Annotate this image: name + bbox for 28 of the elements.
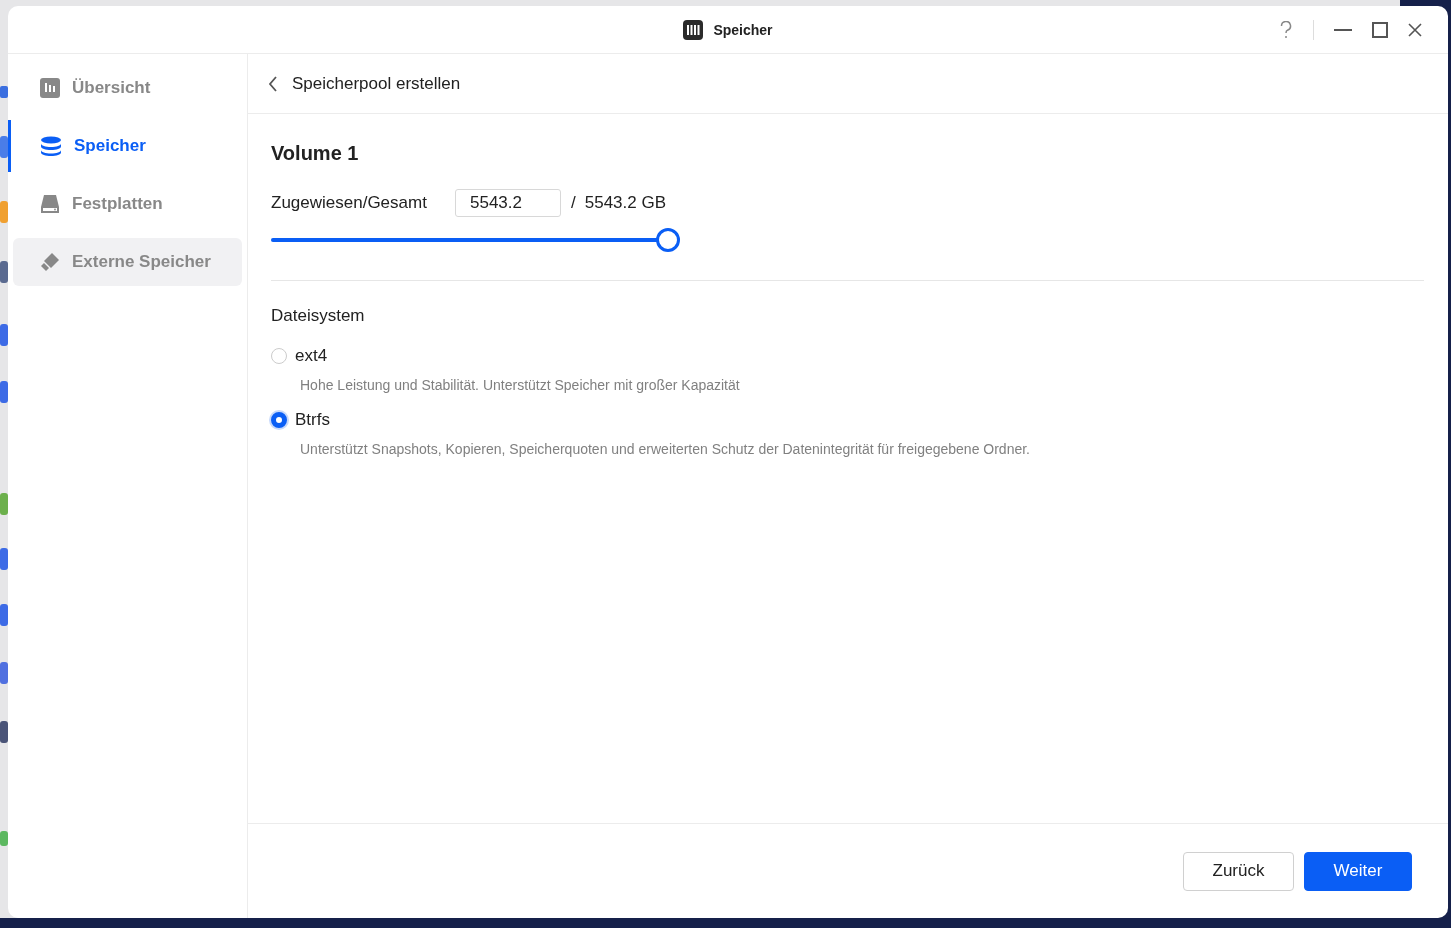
allocation-label: Zugewiesen/Gesamt (271, 193, 428, 213)
separator-text: / (571, 193, 576, 213)
next-button[interactable]: Weiter (1304, 851, 1412, 891)
close-icon[interactable] (1408, 22, 1422, 37)
radio-button[interactable] (271, 412, 287, 428)
sidebar-item[interactable]: Externe Speicher (13, 238, 242, 286)
filesystem-label: Dateisystem (271, 306, 366, 326)
option-description: Unterstützt Snapshots, Kopieren, Speicherquoten und erweiterten Schutz der Datenintegrität für freigegebene Ordner. (300, 441, 1031, 457)
maximize-icon[interactable] (1372, 21, 1388, 38)
volume-title: Volume 1 (271, 142, 360, 165)
minimize-icon[interactable] (1334, 28, 1352, 31)
back-icon[interactable] (268, 75, 278, 92)
usb-stick-icon (40, 252, 60, 272)
option-label: Btrfs (295, 410, 330, 430)
app-icon (683, 19, 704, 40)
back-button[interactable]: Zurück (1183, 851, 1294, 891)
sidebar-item[interactable]: Übersicht (13, 64, 242, 112)
window-title: Speicher (713, 21, 773, 38)
size-field[interactable]: 5543.2 (455, 189, 561, 217)
drive-icon (40, 194, 60, 214)
database-icon (40, 136, 62, 156)
option-description: Hohe Leistung und Stabilität. Unterstützt Speicher mit großer Kapazität (300, 377, 741, 393)
help-icon[interactable] (1279, 20, 1293, 39)
page-title: Speicherpool erstellen (292, 73, 461, 94)
chart-icon (40, 78, 60, 98)
sidebar-item[interactable]: Festplatten (13, 180, 242, 228)
total-size: 5543.2 GB (584, 193, 666, 213)
option-label: ext4 (295, 346, 328, 366)
